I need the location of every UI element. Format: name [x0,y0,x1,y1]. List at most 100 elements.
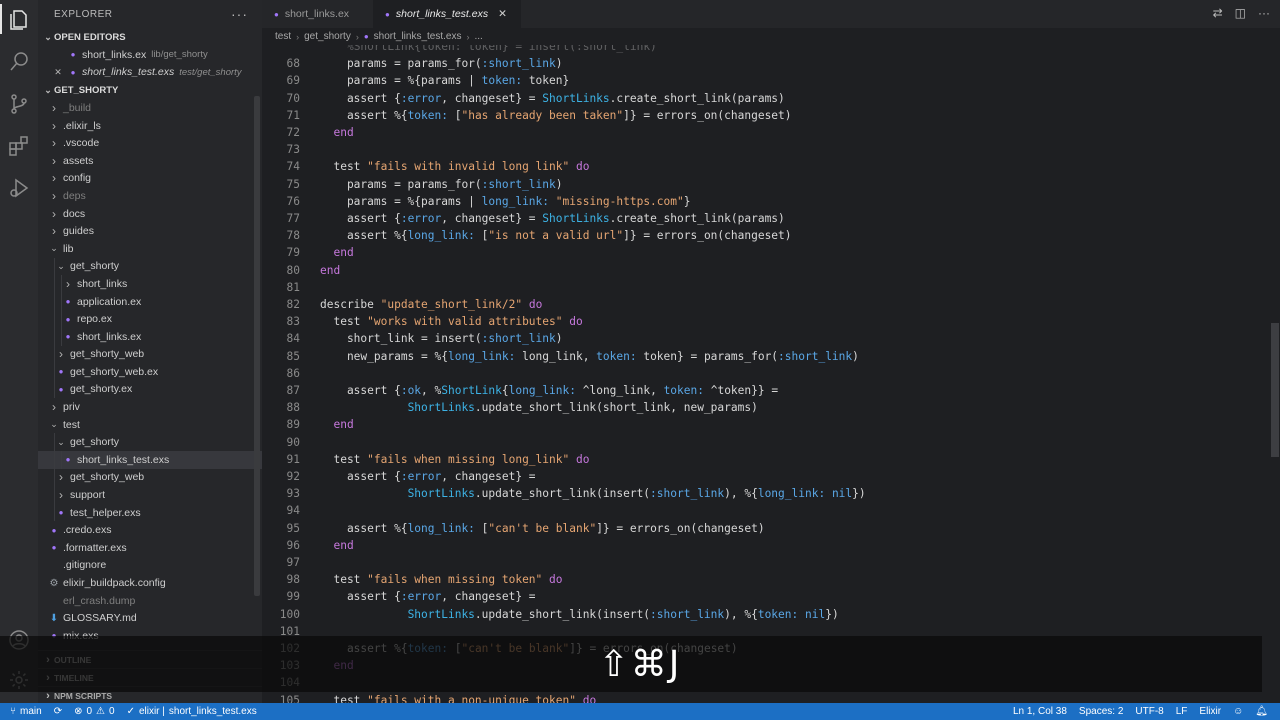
tree-item[interactable]: ⌄ get_shorty [38,257,262,276]
tree-item[interactable]: › config [38,170,262,188]
tree-item[interactable]: › guides [38,222,262,240]
editor-tab[interactable]: ● short_links_test.exs ✕ [373,0,521,28]
tree-item[interactable]: ⚙ elixir_buildpack.config [38,574,262,592]
open-editors-section[interactable]: ⌄ OPEN EDITORS [38,28,262,46]
problems-status[interactable]: ⊗ 0 ⚠ 0 [68,706,120,717]
language-mode[interactable]: Elixir [1193,706,1227,717]
code-token: "has already been taken" [461,108,624,122]
tree-item[interactable]: › docs [38,205,262,223]
code-token: new_params = %{ [320,349,448,363]
tree-item[interactable]: › assets [38,152,262,170]
code-token: describe [320,298,381,311]
code-token: params = %{params | [320,74,482,88]
close-icon[interactable]: ✕ [52,67,64,78]
feedback-icon[interactable]: ☺ [1227,706,1249,717]
project-section[interactable]: ⌄ GET_SHORTY [38,81,262,99]
open-editors-title: OPEN EDITORS [54,31,126,43]
open-editor-item[interactable]: ● short_links.ex lib/get_shorty [38,46,262,64]
tree-item-label: short_links.ex [77,330,142,343]
sidebar-scrollbar[interactable] [254,96,260,596]
editor-scrollbar[interactable] [1270,45,1280,703]
close-icon[interactable]: ✕ [498,8,507,20]
tree-item[interactable]: › priv [38,398,262,416]
code-line: 87 assert {:ok, %ShortLink{long_link: ^l… [262,382,1262,399]
more-actions-icon[interactable]: ··· [1258,6,1270,20]
indentation[interactable]: Spaces: 2 [1073,706,1129,717]
source-control-icon[interactable] [7,92,31,116]
tree-item[interactable]: › .elixir_ls [38,117,262,135]
tree-item[interactable]: ● repo.ex [38,310,262,328]
chevron-right-icon: › [66,276,70,291]
breadcrumb-item[interactable]: short_links_test.exs [374,31,462,42]
breadcrumb-item[interactable]: get_shorty [304,31,351,42]
tree-item[interactable]: .gitignore [38,557,262,575]
tree-item[interactable]: ⌄ test [38,416,262,434]
code-token: ShortLinks [542,91,610,105]
code-token: test [320,452,368,466]
code-token: :short_link [778,349,853,363]
tree-item[interactable]: ● get_shorty.ex [38,380,262,399]
code-token: params = %{params | [320,194,482,208]
tree-item[interactable]: ⬇ GLOSSARY.md [38,609,262,627]
line-number: 93 [286,487,300,501]
tree-item[interactable]: › get_shorty_web [38,345,262,364]
split-editor-icon[interactable]: ◫ [1235,6,1246,20]
open-changes-icon[interactable]: ⇄ [1213,6,1223,20]
code-line: 93 ShortLinks.update_short_link(insert(:… [262,485,1262,502]
tree-item[interactable]: ● short_links.ex [38,327,262,346]
line-content: test "fails when missing token" do [320,571,562,588]
tree-item[interactable]: › _build [38,99,262,117]
code-token: assert { [320,470,401,483]
code-area[interactable]: %ShortLink{token: token} = insert(:short… [262,45,1270,703]
tree-item-label: get_shorty [70,436,120,449]
language-server-status[interactable]: ✓ elixir | short_links_test.exs [121,706,263,717]
tree-item[interactable]: erl_crash.dump [38,592,262,610]
line-content: end [320,537,353,554]
code-line: 91 test "fails when missing long_link" d… [262,451,1262,468]
search-icon[interactable] [7,50,31,74]
code-token: :short_link [650,607,725,621]
explorer-icon[interactable] [7,8,31,32]
code-token: assert { [320,384,401,397]
tree-item[interactable]: › support [38,486,262,504]
tree-item[interactable]: ● .formatter.exs [38,539,262,557]
tree-item[interactable]: › .vscode [38,134,262,152]
tree-item[interactable]: ⌄ get_shorty [38,433,262,452]
breadcrumb-item[interactable]: ... [475,31,483,42]
code-token: long_link, [515,349,597,363]
tree-item[interactable]: ● short_links_test.exs [38,451,262,469]
tree-item[interactable]: › get_shorty_web [38,468,262,487]
open-editor-item[interactable]: ✕ ● short_links_test.exs test/get_shorty [38,64,262,82]
line-number: 84 [286,332,300,346]
encoding[interactable]: UTF-8 [1129,706,1169,717]
editor-scroll-thumb[interactable] [1271,323,1279,457]
breadcrumb-item[interactable]: test [275,31,291,42]
tree-item[interactable]: › short_links [38,275,262,293]
extensions-icon[interactable] [7,134,31,158]
tree-item[interactable]: ● application.ex [38,292,262,311]
editor-tab[interactable]: ● short_links.ex [262,0,373,28]
code-token: ShortLinks [407,487,475,501]
indent-guide [61,275,62,293]
branch-status[interactable]: ⑂ main [0,706,48,717]
elixir-file-icon: ● [58,508,64,518]
sync-status[interactable]: ⟳ [48,706,68,717]
code-token: assert %{ [320,108,408,122]
tree-item[interactable]: ● .credo.exs [38,521,262,539]
code-line: 92 assert {:error, changeset} = [262,468,1262,485]
tree-item-label: get_shorty_web [70,348,145,361]
tree-item[interactable]: › deps [38,187,262,205]
notifications-icon[interactable]: 🔔︎ [1249,706,1274,717]
code-token: ShortLink [441,384,502,397]
cursor-position[interactable]: Ln 1, Col 38 [1007,706,1073,717]
tree-item[interactable]: ● test_helper.exs [38,503,262,522]
run-debug-icon[interactable] [7,176,31,200]
line-endings[interactable]: LF [1170,706,1194,717]
tree-item-label: get_shorty_web [70,471,145,484]
explorer-sidebar: EXPLORER ··· ⌄ OPEN EDITORS ● short_links… [38,0,262,703]
tree-item[interactable]: ⌄ lib [38,240,262,258]
indent-guide [54,468,55,487]
code-token: ^long_link, [576,384,664,397]
tree-item[interactable]: ● get_shorty_web.ex [38,363,262,381]
more-actions-icon[interactable]: ··· [231,6,248,22]
